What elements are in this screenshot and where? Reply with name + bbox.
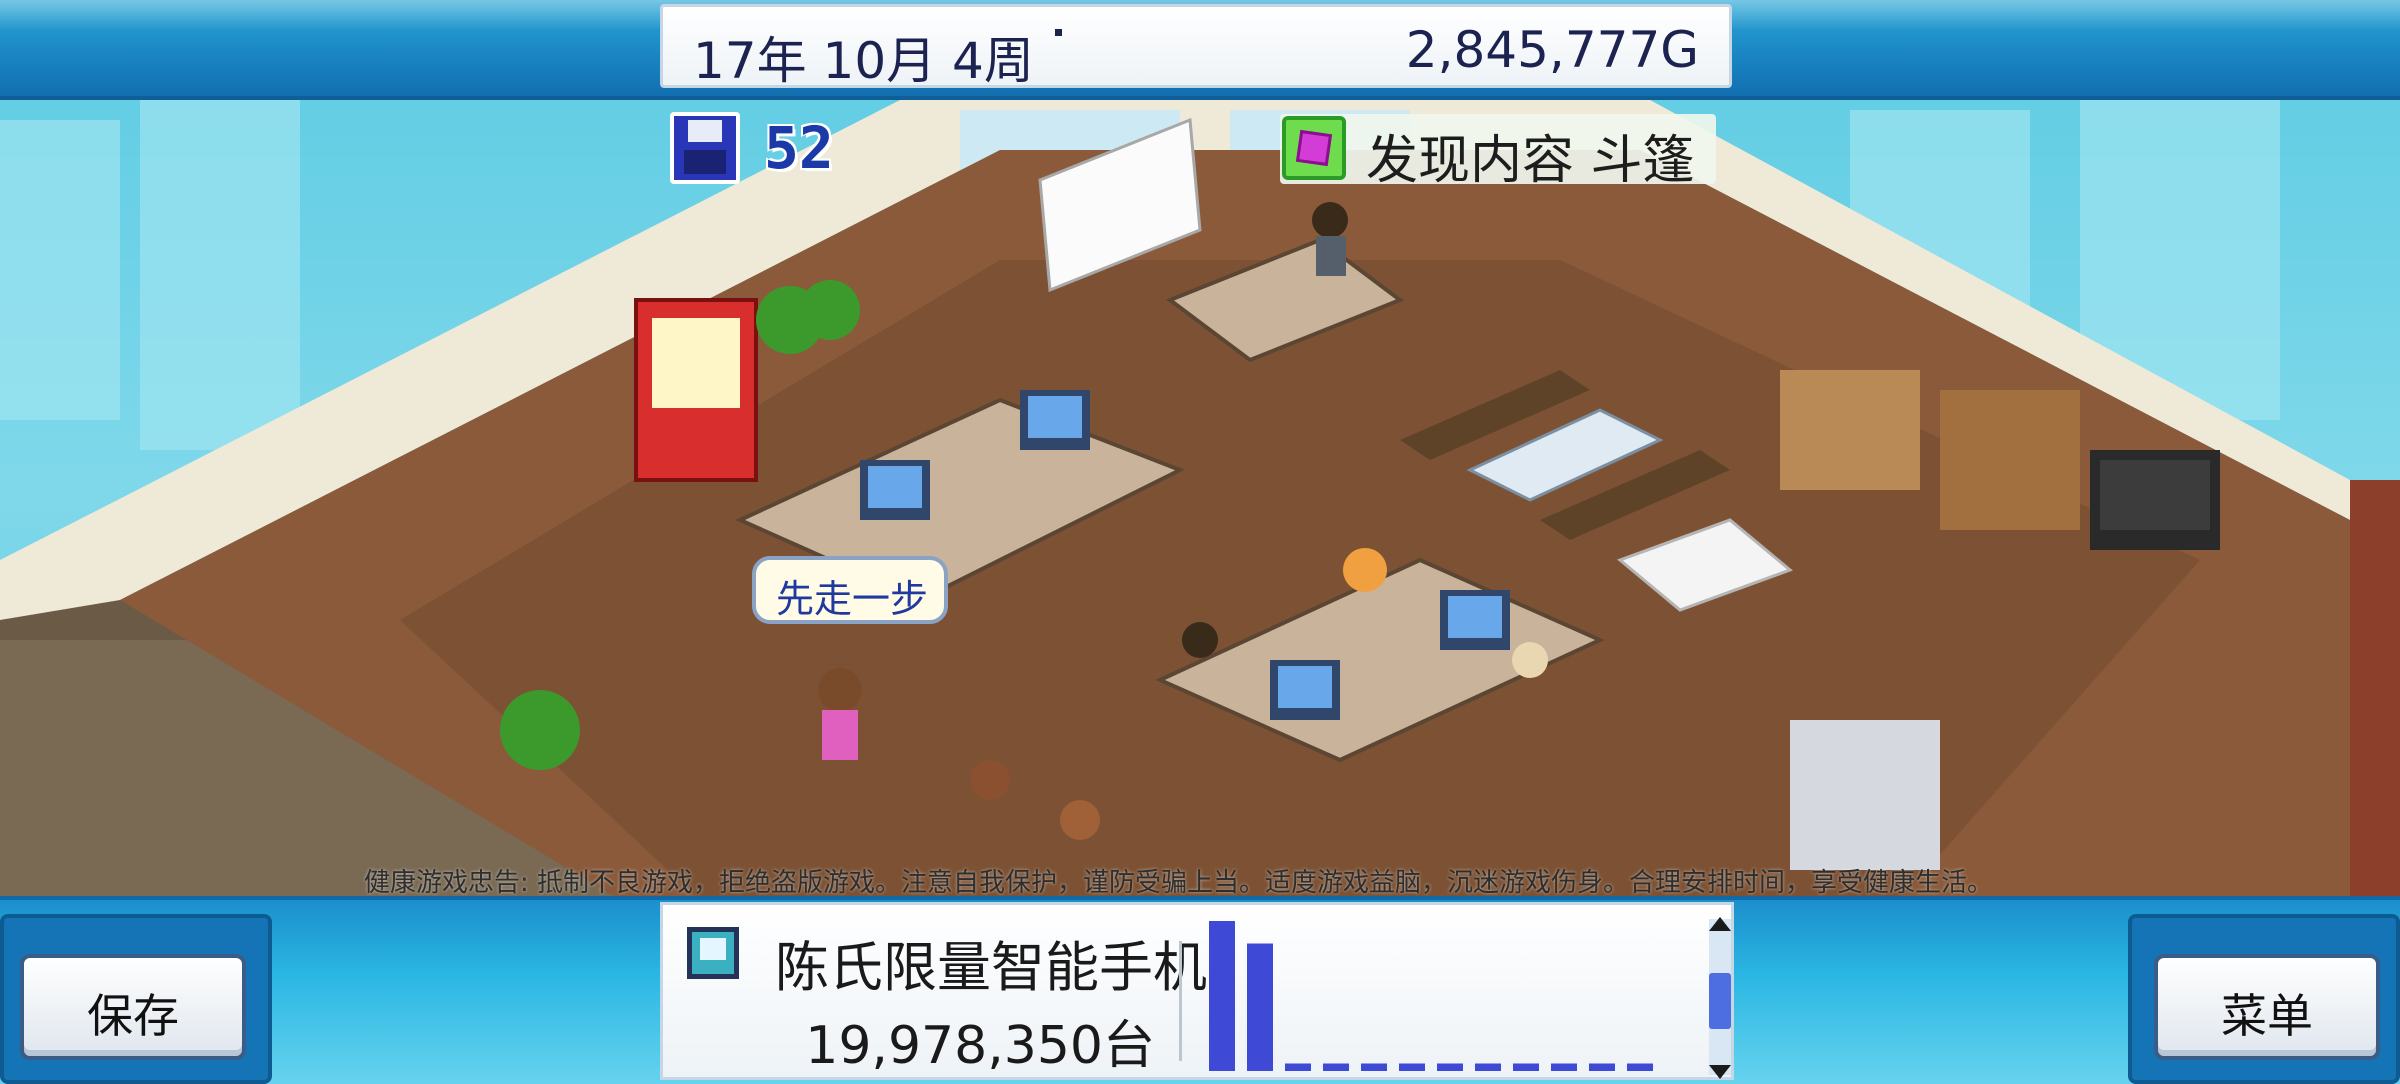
discovery-notice: 发现内容 斗篷 [1280, 114, 1716, 191]
sales-bar [1285, 1063, 1311, 1071]
scroll-down-arrow-icon[interactable] [1709, 1065, 1731, 1079]
sales-bar-chart [1209, 921, 1653, 1071]
purple-gem-icon [1282, 116, 1346, 180]
money-amount: 2,845,777G [1405, 21, 1699, 79]
sales-bar [1361, 1063, 1387, 1071]
sales-bar [1399, 1063, 1425, 1071]
sales-bar [1209, 921, 1235, 1071]
console-icon [687, 927, 739, 979]
product-sales-panel[interactable]: 陈氏限量智能手机 19,978,350台 [660, 902, 1734, 1080]
top-bar: 17年 10月 4周 2,845,777G [0, 0, 2400, 100]
date-money-panel: 17年 10月 4周 2,845,777G [660, 4, 1732, 90]
save-count: 52 [764, 114, 834, 182]
panel-divider [1179, 941, 1182, 1061]
product-name: 陈氏限量智能手机 [775, 936, 1207, 999]
time-tick-dot [1055, 29, 1062, 36]
gem-shape [1295, 129, 1333, 167]
console-screen [700, 938, 726, 960]
save-button[interactable]: 保存 [20, 954, 246, 1060]
product-sales: 19,978,350台 [805, 1016, 1155, 1076]
sales-bar [1247, 943, 1273, 1071]
sales-bar [1589, 1063, 1615, 1071]
game-date: 17年 10月 4周 [693, 32, 1034, 90]
floppy-label [684, 150, 726, 174]
sales-bar [1437, 1063, 1463, 1071]
sales-bar [1323, 1063, 1349, 1071]
sales-bar [1475, 1063, 1501, 1071]
health-warning: 健康游戏忠告: 抵制不良游戏，拒绝盗版游戏。注意自我保护，谨防受骗上当。适度游戏… [364, 868, 1994, 898]
sales-bar [1513, 1063, 1539, 1071]
scroll-up-arrow-icon[interactable] [1709, 917, 1731, 931]
discovery-text: 发现内容 斗篷 [1366, 131, 1695, 191]
speech-bubble: 先走一步 [752, 556, 948, 624]
save-button-label: 保存 [87, 989, 179, 1043]
sales-bar [1551, 1063, 1577, 1071]
speech-bubble-text: 先走一步 [776, 577, 929, 621]
menu-button[interactable]: 菜单 [2154, 954, 2380, 1060]
floppy-disk-icon [670, 112, 740, 184]
scrollbar-thumb[interactable] [1709, 972, 1731, 1029]
floppy-shutter [688, 120, 722, 142]
menu-button-label: 菜单 [2221, 989, 2313, 1043]
sales-bar [1627, 1063, 1653, 1071]
